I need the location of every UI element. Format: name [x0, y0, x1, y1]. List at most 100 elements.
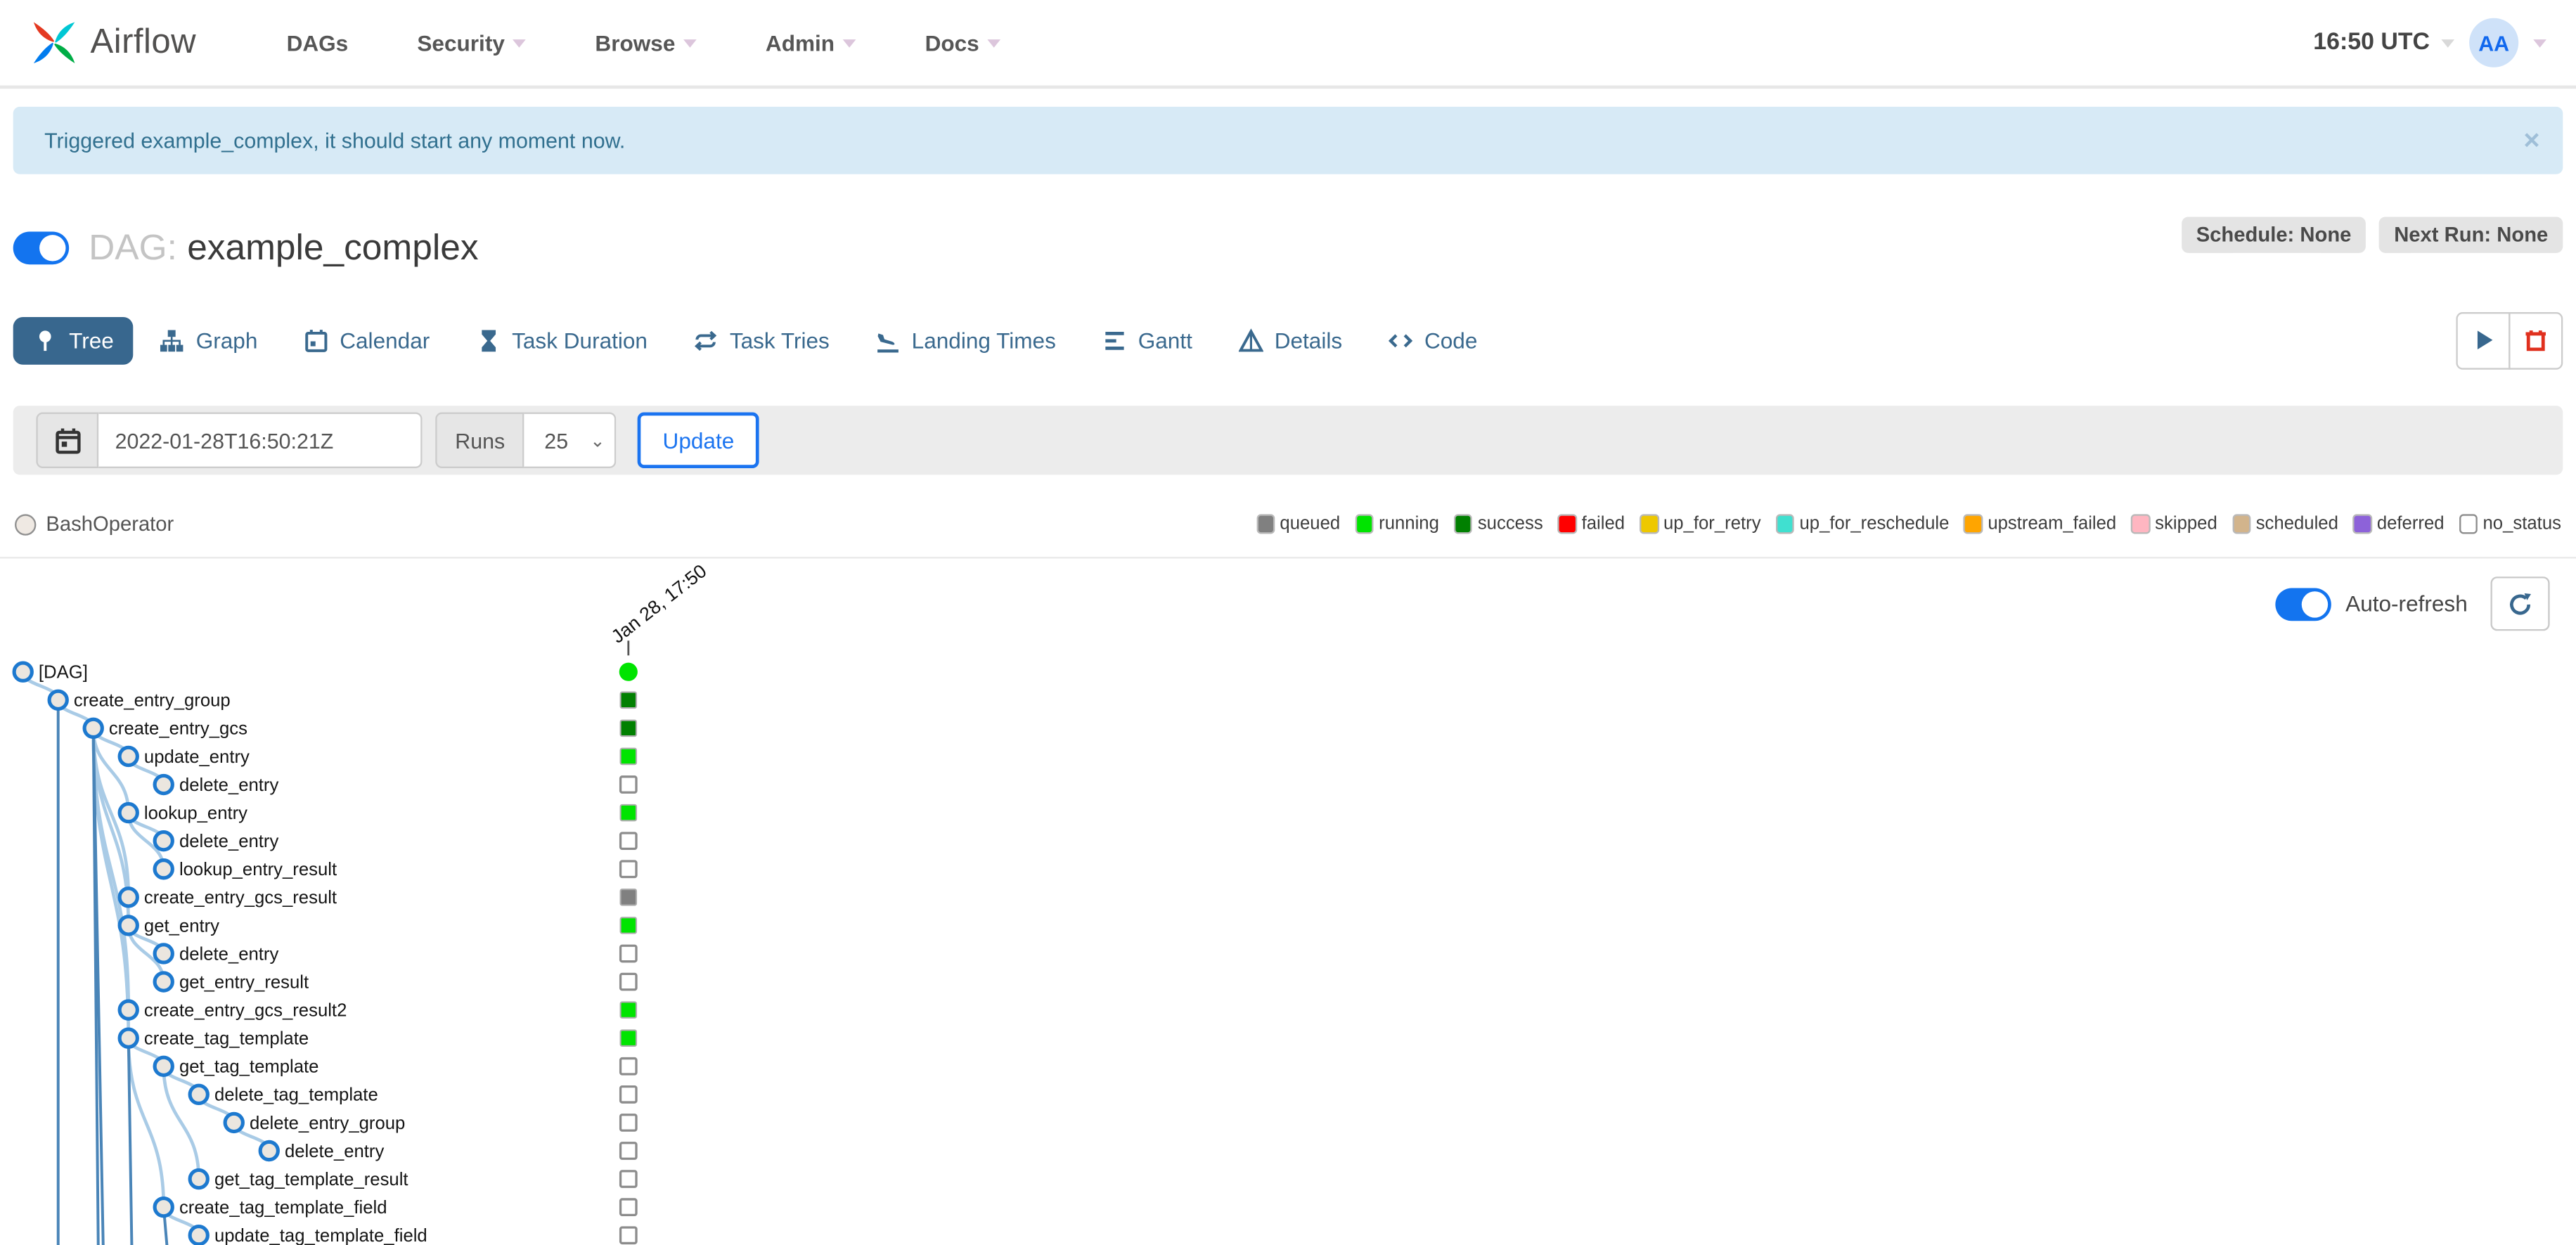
task-node-create-entry-gcs[interactable] — [82, 717, 104, 740]
calendar-icon — [304, 328, 327, 351]
task-node-create-entry-gcs-result[interactable] — [117, 886, 139, 908]
status-label: failed — [1581, 514, 1625, 534]
tab-details[interactable]: Details — [1218, 316, 1362, 364]
task-status-square[interactable] — [619, 1085, 638, 1104]
task-node-delete-entry[interactable] — [153, 773, 174, 796]
task-node-delete-entry[interactable] — [153, 943, 174, 965]
tab-code[interactable]: Code — [1369, 316, 1498, 364]
task-status-square[interactable] — [619, 775, 638, 794]
task-node-get-entry-result[interactable] — [153, 971, 174, 993]
nav-item-label: Browse — [595, 30, 676, 56]
task-status-square[interactable] — [619, 1170, 638, 1188]
brand[interactable]: Airflow — [30, 18, 196, 67]
task-node-create-entry-gcs-result2[interactable] — [117, 999, 139, 1021]
tab-label: Tree — [69, 328, 114, 353]
code-icon — [1388, 333, 1413, 347]
tab-label: Gantt — [1138, 328, 1192, 353]
legend-item-no-status: no_status — [2459, 514, 2561, 534]
dag-pause-toggle[interactable] — [13, 231, 70, 265]
task-status-square[interactable] — [619, 804, 638, 822]
task-label: lookup_entry — [144, 804, 247, 823]
avatar[interactable]: AA — [2469, 18, 2519, 67]
task-status-square[interactable] — [619, 1198, 638, 1217]
clock-label: 16:50 UTC — [2313, 30, 2430, 56]
task-status-square[interactable] — [619, 889, 638, 906]
task-node-delete-entry[interactable] — [258, 1140, 280, 1162]
task-node-dag[interactable] — [12, 661, 34, 683]
tab-label: Landing Times — [911, 328, 1056, 353]
clock-menu[interactable]: 16:50 UTC — [2313, 30, 2455, 56]
brand-title: Airflow — [90, 22, 197, 61]
task-status-square[interactable] — [619, 860, 638, 879]
status-label: queued — [1280, 514, 1341, 534]
tab-label: Code — [1424, 328, 1478, 353]
status-swatch — [2131, 514, 2151, 534]
auto-refresh-label: Auto-refresh — [2345, 591, 2468, 617]
base-date-input[interactable] — [98, 412, 423, 468]
nav-item-admin[interactable]: Admin — [731, 30, 891, 55]
task-status-square[interactable] — [619, 972, 638, 991]
operator-legend: BashOperator — [15, 512, 174, 536]
nav-item-dags[interactable]: DAGs — [252, 30, 383, 55]
operator-circle-icon — [15, 513, 37, 535]
task-label: delete_entry — [285, 1142, 385, 1161]
status-label: skipped — [2155, 514, 2217, 534]
legend-row: BashOperator queued running success failed u… — [0, 508, 2576, 541]
task-node-update-entry[interactable] — [117, 745, 139, 768]
task-status-square[interactable] — [619, 691, 638, 709]
nav-item-docs[interactable]: Docs — [891, 30, 1036, 55]
status-swatch — [1557, 514, 1577, 534]
task-status-square[interactable] — [619, 1114, 638, 1132]
gantt-icon — [1105, 330, 1123, 349]
task-status-square[interactable] — [619, 1057, 638, 1076]
task-status-square[interactable] — [619, 1226, 638, 1245]
delete-dag-button[interactable] — [2509, 311, 2563, 369]
close-icon[interactable]: × — [2523, 127, 2539, 155]
task-node-get-entry[interactable] — [117, 915, 139, 936]
task-status-square[interactable] — [619, 917, 638, 934]
nav-item-security[interactable]: Security — [382, 30, 560, 55]
tree-edge — [162, 1066, 201, 1180]
tab-task-tries[interactable]: Task Tries — [674, 316, 849, 364]
tab-tree[interactable]: Tree — [13, 316, 134, 364]
task-node-delete-entry[interactable] — [153, 830, 174, 852]
task-label: create_entry_gcs — [109, 719, 247, 739]
tab-graph[interactable]: Graph — [140, 316, 277, 364]
chevron-down-icon — [987, 38, 1001, 47]
task-node-get-tag-template[interactable] — [153, 1055, 174, 1077]
task-status-square[interactable] — [619, 1001, 638, 1019]
auto-refresh-toggle[interactable] — [2274, 587, 2331, 621]
task-node-lookup-entry[interactable] — [117, 801, 139, 824]
update-button[interactable]: Update — [638, 412, 759, 468]
tab-landing-times[interactable]: Landing Times — [856, 316, 1076, 364]
status-label: scheduled — [2255, 514, 2338, 534]
task-node-create-tag-template-field[interactable] — [153, 1196, 174, 1218]
task-status-square[interactable] — [619, 832, 638, 851]
task-node-create-tag-template[interactable] — [117, 1027, 139, 1049]
runs-label: Runs — [435, 412, 525, 468]
task-status-square[interactable] — [619, 944, 638, 963]
task-status-square[interactable] — [619, 719, 638, 737]
task-node-delete-entry-group[interactable] — [223, 1111, 245, 1134]
runs-select[interactable]: 25 — [524, 412, 617, 468]
task-node-lookup-entry-result[interactable] — [153, 858, 174, 880]
task-status-square[interactable] — [619, 1142, 638, 1160]
tab-label: Calendar — [340, 328, 430, 353]
tab-calendar[interactable]: Calendar — [284, 316, 450, 364]
tab-task-duration[interactable]: Task Duration — [456, 316, 667, 364]
dag-run-status-circle[interactable] — [619, 662, 638, 681]
refresh-button[interactable] — [2490, 576, 2550, 631]
task-node-create-entry-group[interactable] — [47, 689, 69, 711]
task-node-update-tag-template-field[interactable] — [188, 1225, 210, 1245]
task-status-square[interactable] — [619, 747, 638, 766]
task-status-square[interactable] — [619, 1029, 638, 1047]
hourglass-icon — [481, 329, 496, 351]
tab-gantt[interactable]: Gantt — [1082, 316, 1212, 364]
task-node-delete-tag-template[interactable] — [188, 1083, 210, 1106]
legend-item-scheduled: scheduled — [2232, 514, 2338, 534]
nav-item-browse[interactable]: Browse — [560, 30, 731, 55]
status-swatch — [1964, 514, 1983, 534]
task-label: delete_tag_template — [214, 1085, 378, 1105]
trigger-dag-button[interactable] — [2456, 311, 2511, 369]
task-node-get-tag-template-result[interactable] — [188, 1168, 210, 1190]
